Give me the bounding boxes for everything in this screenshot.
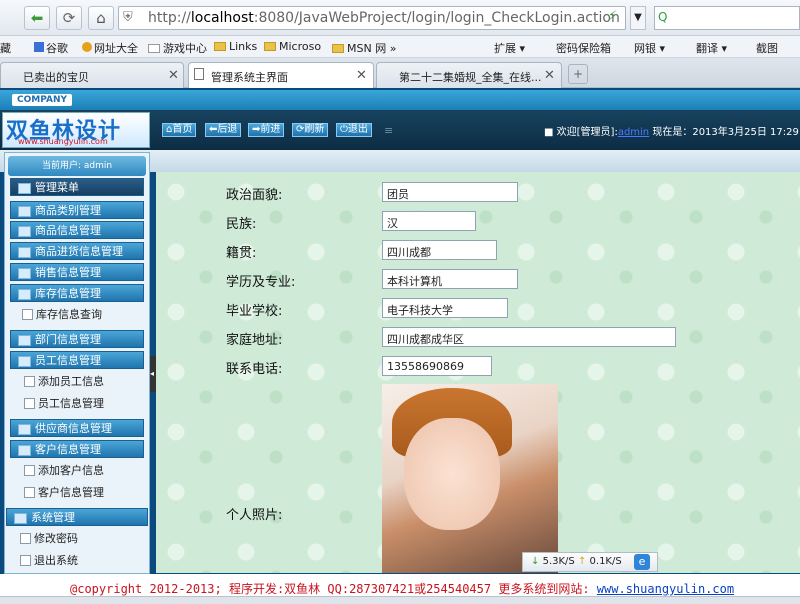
sidebar-item-category[interactable]: 商品类别管理 [10,201,144,219]
browser-e-icon[interactable]: e [634,554,650,570]
tab-admin-main[interactable]: 管理系统主界面 [188,62,374,88]
bookmark-item[interactable]: 密码保险箱 [556,40,611,56]
copyright-text: @copyright 2012-2013; 程序开发:双鱼林 QQ:287307… [70,582,735,596]
sidebar-item-change-password[interactable]: 修改密码 [18,530,78,546]
back-icon[interactable]: ⬅ [24,6,50,30]
sidebar-item-customer-manage[interactable]: 客户信息管理 [22,484,104,500]
school-field[interactable]: 电子科技大学 [382,298,508,318]
bookmark-item[interactable]: 游戏中心 [148,40,207,56]
nation-field[interactable]: 汉 [382,211,476,231]
bookmark-item[interactable]: MSN 网 » [332,40,396,56]
address-label: 家庭地址: [226,333,283,348]
sidebar-item-employee[interactable]: 员工信息管理 [10,351,144,369]
sidebar-item-inventory[interactable]: 库存信息管理 [10,284,144,302]
tab-label: 第二十二集婚规_全集_在线... [399,71,542,84]
url-text: http://localhost:8080/JavaWebProject/log… [148,10,620,26]
school-label: 毕业学校: [226,304,283,319]
back-button[interactable]: ⬅后退 [205,123,242,137]
sidebar-item-purchase[interactable]: 商品进货信息管理 [10,242,144,260]
top-band [0,90,800,110]
political-field[interactable]: 团员 [382,182,518,202]
logout-button[interactable]: ⏻退出 [336,123,372,137]
home-button[interactable]: ⌂首页 [162,123,197,137]
sidebar-item-inventory-query[interactable]: 库存信息查询 [20,306,102,322]
bookmark-item[interactable]: Links [214,40,257,53]
close-icon[interactable]: ✕ [544,68,555,83]
phone-label: 联系电话: [226,362,283,377]
bookmark-item[interactable]: 网址大全 [82,40,138,56]
refresh-icon[interactable]: ⟳ [56,6,82,30]
bookmark-item[interactable]: 谷歌 [34,40,68,56]
status-bar [0,596,800,604]
sidebar-item-add-customer[interactable]: 添加客户信息 [22,462,104,478]
sidebar-item-product[interactable]: 商品信息管理 [10,221,144,239]
close-icon[interactable]: ✕ [356,68,367,83]
company-label: COMPANY [12,94,72,106]
logo-url: www.shuangyulin.com [18,137,108,146]
download-speed: 5.3K/S [542,556,575,567]
sidebar-item-employee-manage[interactable]: 员工信息管理 [22,395,104,411]
close-icon[interactable]: ✕ [168,68,179,83]
home-icon[interactable]: ⌂ [88,6,114,30]
bookmark-item[interactable]: 藏 [0,40,11,56]
sidebar-item-add-employee[interactable]: 添加员工信息 [22,373,104,389]
menu-icon: ≡ [384,124,394,137]
sidebar-item-exit[interactable]: 退出系统 [18,552,78,568]
nation-label: 民族: [226,217,257,232]
origin-field[interactable]: 四川成都 [382,240,497,260]
education-field[interactable]: 本科计算机 [382,269,518,289]
new-tab-button[interactable]: + [568,64,588,84]
photo-label: 个人照片: [226,508,283,523]
download-arrow-icon: ↓ [531,556,540,567]
speed-icon[interactable]: ⚡ [608,9,617,24]
tab-label: 管理系统主界面 [211,71,288,84]
tab-label: 已卖出的宝贝 [23,71,89,84]
tab-sold-items[interactable]: 已卖出的宝贝 [0,62,184,88]
political-label: 政治面貌: [226,188,283,203]
bookmark-item[interactable]: Microso [264,40,321,53]
search-input[interactable] [654,6,800,30]
bookmark-item[interactable]: 扩展 ▾ [494,40,525,56]
bookmark-item[interactable]: 截图 [756,40,778,56]
url-dropdown[interactable]: ▼ [630,6,646,30]
tab-video[interactable]: 第二十二集婚规_全集_在线... [376,62,562,88]
phone-field[interactable]: 13558690869 [382,356,492,376]
sidebar-menu-title: 管理菜单 [10,178,144,196]
origin-label: 籍贯: [226,246,257,261]
education-label: 学历及专业: [226,275,296,290]
sidebar-item-customer[interactable]: 客户信息管理 [10,440,144,458]
page-icon [194,68,204,80]
sidebar-item-department[interactable]: 部门信息管理 [10,330,144,348]
site-link[interactable]: www.shuangyulin.com [597,582,734,596]
address-field[interactable]: 四川成都成华区 [382,327,676,347]
forward-button[interactable]: ➡前进 [248,123,285,137]
bookmark-item[interactable]: 网银 ▾ [634,40,665,56]
current-user: 当前用户: admin [8,156,146,176]
sidebar-item-supplier[interactable]: 供应商信息管理 [10,419,144,437]
bookmark-item[interactable]: 翻译 ▾ [696,40,727,56]
search-icon[interactable]: Q [658,10,667,24]
photo-face [404,418,500,530]
shield-icon: ⛨ [123,10,133,25]
upload-arrow-icon: ↑ [577,556,587,567]
sidebar-item-system[interactable]: 系统管理 [6,508,148,526]
sidebar-item-sales[interactable]: 销售信息管理 [10,263,144,281]
upload-speed: 0.1K/S [589,556,622,567]
welcome-text: ■ 欢迎[管理员]:admin 现在是：2013年3月25日 17:29 [544,127,799,138]
refresh-button[interactable]: ⟳刷新 [292,123,329,137]
